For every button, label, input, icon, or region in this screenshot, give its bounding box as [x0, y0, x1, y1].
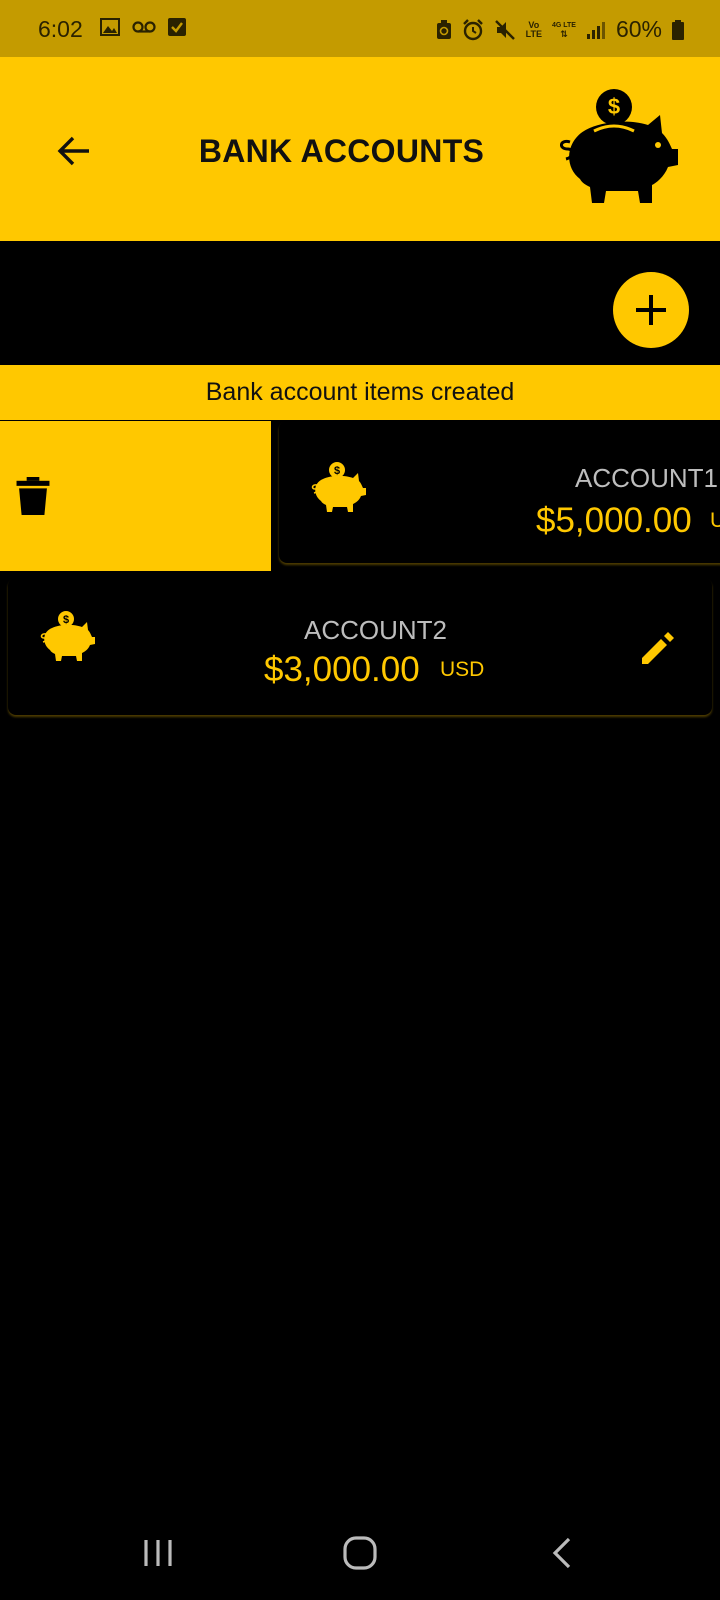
account-card[interactable]: $ ACCOUNT2 $3,000.00 USD: [8, 578, 712, 715]
volte-bottom: LTE: [525, 28, 542, 39]
recent-apps-button[interactable]: [128, 1530, 188, 1576]
plus-icon: [636, 295, 666, 325]
account-card[interactable]: $ ACCOUNT1 $5,000.00 USD: [279, 421, 720, 563]
back-icon: [552, 1537, 571, 1569]
trash-icon[interactable]: [16, 477, 50, 515]
mute-icon: [494, 19, 515, 40]
battery-percent: 60%: [615, 16, 662, 42]
account-name: ACCOUNT1: [575, 463, 719, 493]
battery-icon: [672, 19, 684, 40]
system-nav-bar: [0, 1500, 720, 1600]
status-left-icons: [100, 18, 186, 36]
app-bar: BANK ACCOUNTS $: [0, 57, 720, 241]
add-account-button[interactable]: [613, 272, 689, 348]
4g-icon: 4G LTE ⇅: [552, 21, 576, 39]
alarm-icon: [462, 18, 483, 40]
banner-text: Bank account items created: [205, 378, 515, 406]
account-amount: $3,000.00: [264, 650, 420, 689]
home-icon: [343, 1536, 377, 1570]
data-arrows: ⇅: [560, 28, 568, 39]
checkbox-icon: [168, 18, 186, 36]
status-right-icons: Vo LTE 4G LTE ⇅ 60%: [436, 16, 684, 43]
account-amount: $5,000.00: [536, 501, 692, 540]
status-bar: 6:02 Vo LTE 4G LTE ⇅ 60%: [0, 0, 720, 57]
piggy-bank-icon: $: [311, 462, 366, 512]
svg-text:$: $: [608, 94, 620, 119]
piggy-bank-icon: $: [40, 611, 95, 661]
svg-text:$: $: [63, 614, 69, 626]
recent-apps-icon: [144, 1540, 172, 1566]
account-name: ACCOUNT2: [304, 615, 448, 645]
swipe-delete-background[interactable]: [0, 421, 271, 571]
status-banner: Bank account items created: [0, 365, 720, 420]
svg-text:$: $: [334, 465, 340, 477]
account-currency: USD: [710, 509, 720, 532]
pencil-icon: [642, 632, 674, 664]
recycle-icon: [436, 19, 451, 39]
edit-account-button[interactable]: [638, 628, 678, 668]
nav-back-button[interactable]: [532, 1530, 592, 1576]
voicemail-icon: [132, 21, 156, 33]
home-button[interactable]: [330, 1530, 390, 1576]
piggy-bank-icon: $: [560, 89, 678, 203]
image-icon: [100, 18, 120, 36]
volte-icon: Vo LTE: [525, 20, 542, 39]
status-time: 6:02: [38, 16, 83, 42]
signal-icon: [586, 21, 605, 39]
account-currency: USD: [440, 658, 485, 681]
